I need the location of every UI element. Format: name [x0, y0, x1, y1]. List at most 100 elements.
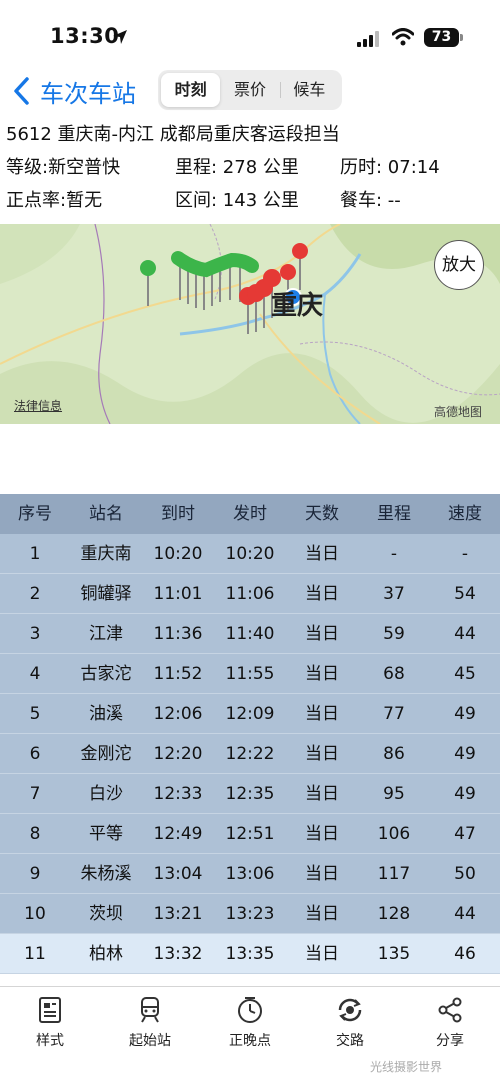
table-row[interactable]: 4 古家沱 11:52 11:55 当日 68 45: [0, 654, 500, 694]
cell-distance: -: [390, 544, 398, 564]
tab-fares[interactable]: 票价: [220, 73, 279, 107]
watermark: 光线摄影世界: [370, 1060, 443, 1074]
cell-distance: 59: [383, 624, 405, 644]
zoom-in-button[interactable]: 放大: [434, 240, 484, 290]
cell-distance: 77: [383, 704, 405, 724]
cell-speed: 54: [454, 584, 476, 604]
cell-distance: 95: [383, 784, 405, 804]
cell-seq: 7: [29, 784, 41, 804]
cell-depart: 12:35: [225, 784, 275, 804]
col-header-speed: 速度: [448, 504, 482, 524]
cell-seq: 8: [29, 824, 41, 844]
cell-seq: 5: [29, 704, 41, 724]
cell-station: 江津: [89, 624, 123, 644]
cell-station: 油溪: [89, 704, 123, 724]
col-header-distance: 里程: [377, 504, 411, 524]
map-canvas: [0, 224, 500, 424]
cell-speed: 44: [454, 904, 476, 924]
toolbar-punctuality-label: 正晚点: [229, 1033, 271, 1049]
table-row[interactable]: 7 白沙 12:33 12:35 当日 95 49: [0, 774, 500, 814]
timetable-header: 序号 站名 到时 发时 天数 里程 速度: [0, 494, 500, 534]
cell-depart: 10:20: [225, 544, 275, 564]
cell-distance: 37: [383, 584, 405, 604]
cell-day: 当日: [305, 864, 339, 884]
cell-seq: 9: [29, 864, 41, 884]
share-icon: [438, 997, 462, 1023]
status-time: 13:30: [50, 24, 120, 48]
cell-arrive: 12:49: [153, 824, 203, 844]
legal-info-link[interactable]: 法律信息: [14, 397, 62, 414]
cell-station: 白沙: [89, 784, 123, 804]
cell-arrive: 13:32: [153, 944, 203, 964]
nav-bar: 车次车站 时刻 票价 候车: [0, 70, 500, 114]
table-row[interactable]: 8 平等 12:49 12:51 当日 106 47: [0, 814, 500, 854]
view-segmented-control: 时刻 票价 候车: [158, 70, 342, 110]
cell-day: 当日: [305, 944, 339, 964]
toolbar-start-station-label: 起始站: [129, 1033, 171, 1049]
passed-station-pins: [140, 251, 259, 310]
toolbar-start-station-button[interactable]: 起始站: [100, 987, 200, 1084]
cell-depart: 11:40: [225, 624, 275, 644]
cell-arrive: 12:33: [153, 784, 203, 804]
status-bar: 13:30 73: [0, 0, 500, 70]
cell-speed: 49: [454, 704, 476, 724]
cell-day: 当日: [305, 744, 339, 764]
cell-distance: 86: [383, 744, 405, 764]
cell-seq: 1: [29, 544, 41, 564]
cell-arrive: 13:04: [153, 864, 203, 884]
toolbar-style-button[interactable]: 样式: [0, 987, 100, 1084]
cell-depart: 11:55: [225, 664, 275, 684]
cell-depart: 12:09: [225, 704, 275, 724]
col-header-seq: 序号: [18, 504, 52, 524]
cell-distance: 68: [383, 664, 405, 684]
tab-timetable[interactable]: 时刻: [161, 73, 221, 107]
toolbar-share-label: 分享: [436, 1033, 464, 1049]
table-row[interactable]: 1 重庆南 10:20 10:20 当日 - -: [0, 534, 500, 574]
cell-day: 当日: [305, 624, 339, 644]
cell-arrive: 12:06: [153, 704, 203, 724]
cell-day: 当日: [305, 784, 339, 804]
cell-speed: 45: [454, 664, 476, 684]
cell-station: 金刚沱: [80, 744, 132, 764]
clock-icon: [238, 997, 262, 1023]
cell-speed: 47: [454, 824, 476, 844]
back-button-label[interactable]: 车次车站: [40, 74, 136, 109]
cell-day: 当日: [305, 904, 339, 924]
cell-depart: 12:22: [225, 744, 275, 764]
cell-day: 当日: [305, 664, 339, 684]
cell-arrive: 13:21: [153, 904, 203, 924]
table-row[interactable]: 9 朱杨溪 13:04 13:06 当日 117 50: [0, 854, 500, 894]
cell-seq: 10: [24, 904, 46, 924]
table-row[interactable]: 11 柏林 13:32 13:35 当日 135 46: [0, 934, 500, 974]
cell-arrive: 11:36: [153, 624, 203, 644]
map-brand-logo: 高德地图: [434, 405, 483, 419]
table-row[interactable]: 5 油溪 12:06 12:09 当日 77 49: [0, 694, 500, 734]
cell-speed: 49: [454, 784, 476, 804]
cell-seq: 4: [29, 664, 41, 684]
cell-seq: 11: [24, 944, 46, 964]
col-header-day: 天数: [305, 504, 339, 524]
tab-waiting-room[interactable]: 候车: [279, 73, 339, 107]
cell-arrive: 11:01: [153, 584, 203, 604]
route-map[interactable]: [0, 224, 500, 424]
cell-seq: 2: [29, 584, 41, 604]
cell-arrive: 12:20: [153, 744, 203, 764]
train-dining-car: 餐车: --: [340, 190, 401, 211]
cell-station: 平等: [89, 824, 123, 844]
back-arrow-icon[interactable]: [12, 76, 30, 106]
table-row[interactable]: 6 金刚沱 12:20 12:22 当日 86 49: [0, 734, 500, 774]
train-info: 5612 重庆南-内江 成都局重庆客运段担当 等级:新空普快 里程: 278 公…: [0, 118, 500, 217]
cell-station: 柏林: [89, 944, 123, 964]
toolbar-punctuality-button[interactable]: 正晚点: [200, 987, 300, 1084]
cell-seq: 6: [29, 744, 41, 764]
table-row[interactable]: 3 江津 11:36 11:40 当日 59 44: [0, 614, 500, 654]
cell-station: 重庆南: [80, 544, 132, 564]
cell-depart: 12:51: [225, 824, 275, 844]
table-row[interactable]: 10 茨坝 13:21 13:23 当日 128 44: [0, 894, 500, 934]
toolbar-route-label: 交路: [336, 1033, 364, 1049]
train-section-distance: 区间: 143 公里: [175, 190, 299, 211]
table-row[interactable]: 2 铜罐驿 11:01 11:06 当日 37 54: [0, 574, 500, 614]
train-grade: 等级:新空普快: [6, 157, 121, 178]
train-punctuality: 正点率:暂无: [6, 190, 103, 211]
col-header-station: 站名: [89, 504, 123, 524]
